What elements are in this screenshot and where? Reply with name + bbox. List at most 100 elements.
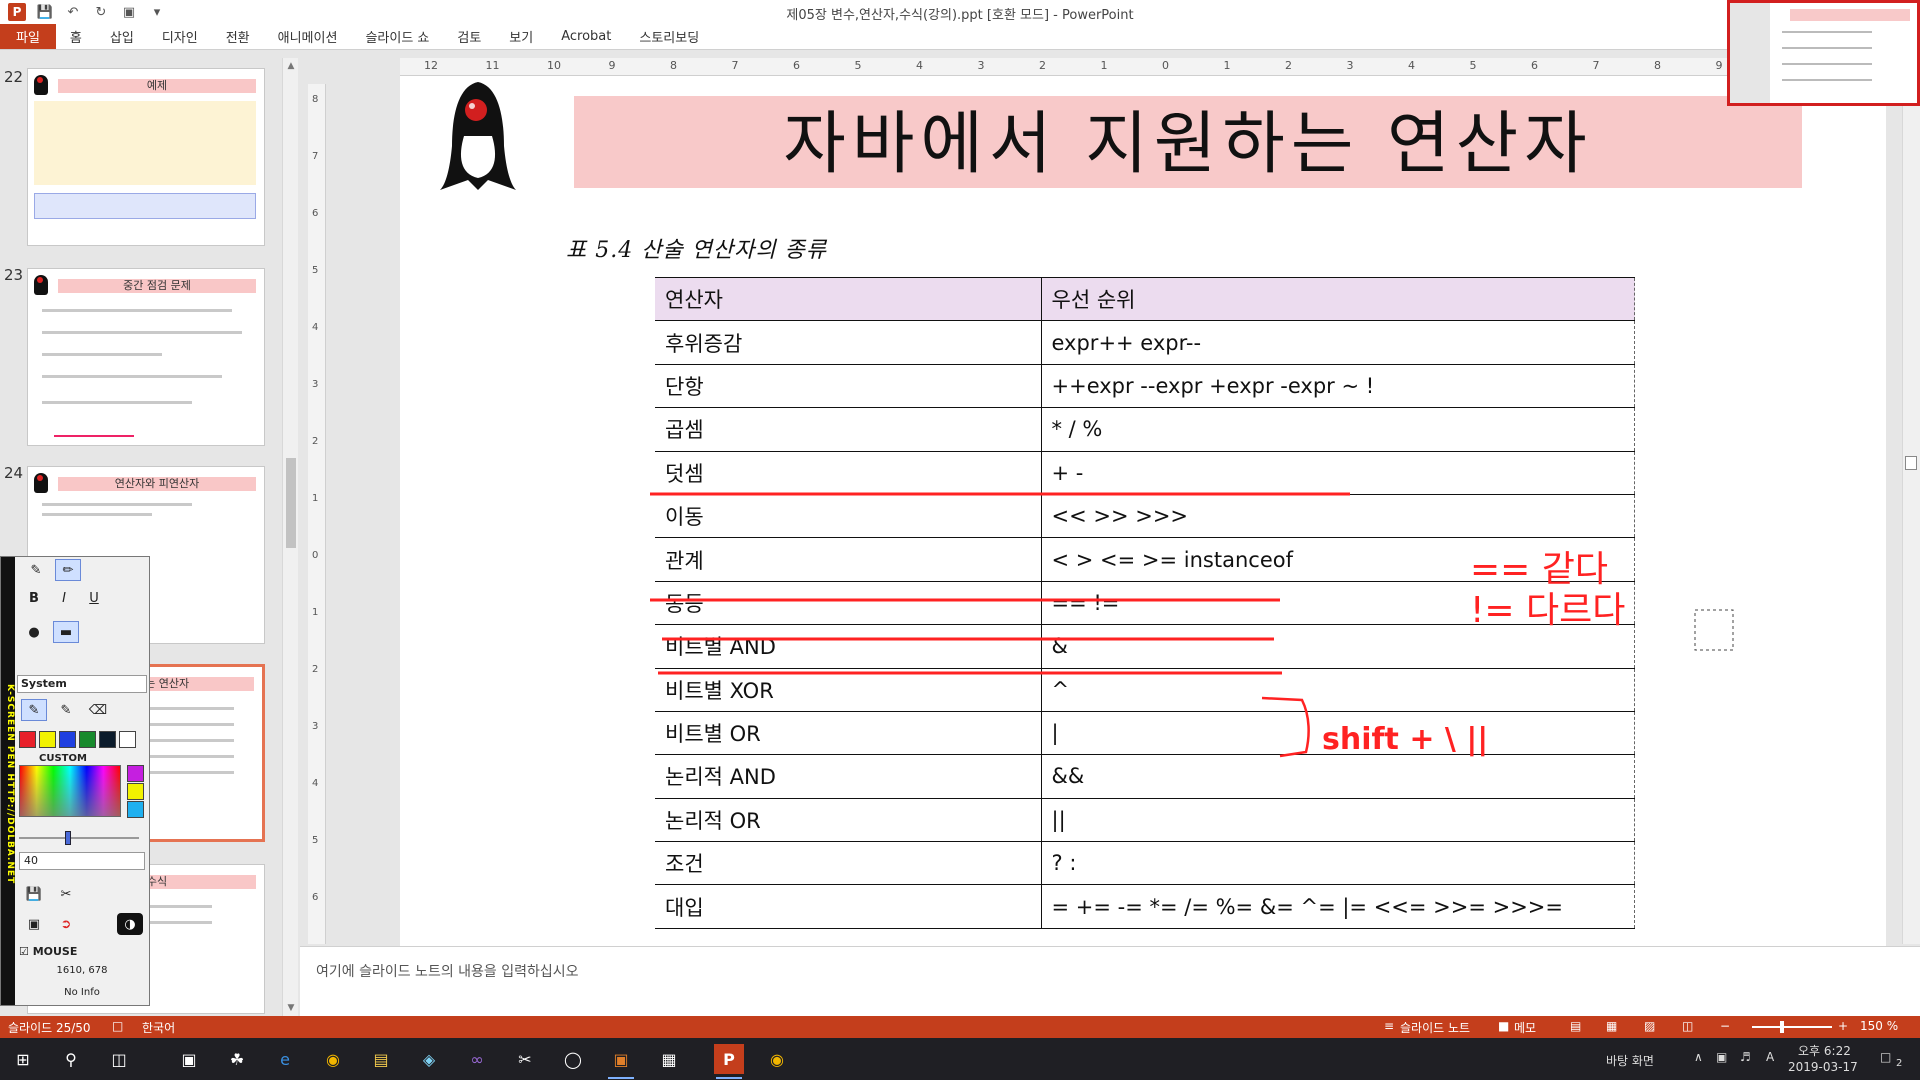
tab-view[interactable]: 보기 [495,24,547,49]
desktop-toolbar-label[interactable]: 바탕 화면 [1606,1052,1654,1069]
volume-icon[interactable]: ♬ [1740,1050,1751,1064]
zoom-in-button[interactable]: + [1838,1019,1848,1033]
thumbnail-slide-23[interactable]: 중간 점검 문제 [27,268,265,446]
side-swatch-yellow[interactable] [127,783,144,800]
app-icon[interactable]: ▣ [606,1044,636,1079]
pencil-icon[interactable]: ✎ [23,559,49,581]
side-swatch-cyan[interactable] [127,801,144,818]
tab-insert[interactable]: 삽입 [96,24,148,49]
start-from-beginning-icon[interactable]: ▣ [120,3,138,21]
tab-slideshow[interactable]: 슬라이드 쇼 [351,24,443,49]
thumbnail-slide-22[interactable]: 예제 [27,68,265,246]
italic-button[interactable]: I [51,587,77,609]
paint-icon[interactable]: ☘ [222,1044,252,1074]
toggle-icon[interactable]: ◑ [117,913,143,935]
visual-studio-icon[interactable]: ∞ [462,1044,492,1074]
normal-view-icon[interactable]: ▤ [1570,1019,1581,1033]
save-icon[interactable]: 💾 [21,883,47,905]
scroll-thumb[interactable] [1905,456,1917,470]
color-swatch-green[interactable] [79,731,96,748]
clear-icon[interactable]: ✂ [53,883,79,905]
powerpoint-taskbar-icon[interactable]: P [714,1044,744,1079]
network-icon[interactable]: ▣ [1716,1050,1727,1064]
customize-qat-icon[interactable]: ▾ [148,3,166,21]
scroll-up-icon[interactable]: ▲ [283,58,299,74]
zoom-slider[interactable] [1752,1026,1832,1028]
highlighter-icon[interactable]: ✎ [53,699,79,721]
notes-placeholder[interactable]: 여기에 슬라이드 노트의 내용을 입력하십시오 [316,961,579,981]
notification-icon[interactable]: □ [1880,1050,1891,1064]
edge-icon[interactable]: e [270,1044,300,1074]
comments-icon[interactable]: ■ [1498,1019,1509,1033]
show-hidden-icons[interactable]: ∧ [1694,1050,1703,1064]
exit-icon[interactable]: ➲ [53,913,79,935]
spellcheck-icon[interactable]: □ [112,1019,123,1033]
comments-label[interactable]: 메모 [1514,1019,1536,1036]
color-swatch-red[interactable] [19,731,36,748]
clock-time[interactable]: 오후 6:22 [1798,1042,1851,1059]
slide-sorter-icon[interactable]: ▦ [1606,1019,1617,1033]
file-explorer-icon[interactable]: ▤ [366,1044,396,1074]
korean-flag-icon[interactable]: ● [21,621,47,643]
color-swatch-yellow[interactable] [39,731,56,748]
calculator-icon[interactable]: ▦ [654,1044,684,1074]
bold-button[interactable]: B [21,587,47,609]
chrome-icon[interactable]: ◉ [762,1044,792,1074]
color-swatch-white[interactable] [119,731,136,748]
notes-toggle-icon[interactable]: ≡ [1384,1019,1394,1033]
slideshow-preview-window[interactable] [1727,0,1920,106]
mouse-checkbox[interactable]: ☑ MOUSE [19,945,77,958]
save-icon[interactable]: 💾 [36,3,54,21]
clock-date[interactable]: 2019-03-17 [1788,1060,1858,1074]
zoom-out-button[interactable]: − [1720,1019,1730,1033]
underline-button[interactable]: U [81,587,107,609]
slide-canvas[interactable]: 자바에서 지원하는 연산자 표 5.4 산술 연산자의 종류 연산자 우선 순위… [400,76,1886,946]
zoom-slider-knob[interactable] [1780,1021,1784,1033]
color-swatch-blue[interactable] [59,731,76,748]
slideshow-icon[interactable]: ◫ [1682,1019,1693,1033]
snipping-tool-icon[interactable]: ✂ [510,1044,540,1074]
us-flag-icon[interactable]: ▬ [53,621,79,643]
tab-acrobat[interactable]: Acrobat [547,24,625,49]
redo-icon[interactable]: ↻ [92,3,110,21]
chrome-icon[interactable]: ◉ [318,1044,348,1074]
pen-size-slider-knob[interactable] [65,831,71,845]
windows-start-icon[interactable]: ⊞ [8,1044,38,1074]
notes-pane[interactable]: 여기에 슬라이드 노트의 내용을 입력하십시오 [300,946,1920,1016]
font-select[interactable]: System [17,675,147,693]
pen-icon[interactable]: ✎ [21,699,47,721]
language-indicator[interactable]: 한국어 [142,1019,175,1036]
undo-icon[interactable]: ↶ [64,3,82,21]
tab-transitions[interactable]: 전환 [212,24,264,49]
capture-icon[interactable]: ▣ [21,913,47,935]
zoom-level[interactable]: 150 % [1860,1019,1898,1033]
color-spectrum-picker[interactable] [19,765,121,817]
pen-tool-icon[interactable]: ✏ [55,559,81,581]
notes-toggle-label[interactable]: 슬라이드 노트 [1400,1019,1470,1036]
scroll-thumb[interactable] [286,458,296,548]
ruler-tick-label: 2 [312,664,319,675]
color-swatch-black[interactable] [99,731,116,748]
app-icon[interactable]: ◈ [414,1044,444,1074]
tab-storyboarding[interactable]: 스토리보딩 [625,24,713,49]
search-icon[interactable]: ⚲ [56,1044,86,1074]
scroll-down-icon[interactable]: ▼ [283,1000,299,1016]
app-icon[interactable]: ▣ [174,1044,204,1074]
eraser-icon[interactable]: ⌫ [85,699,111,721]
pen-size-slider[interactable] [19,837,139,839]
side-swatch-magenta[interactable] [127,765,144,782]
obs-icon[interactable]: ◯ [558,1044,588,1074]
tab-home[interactable]: 홈 [56,24,96,49]
slide-scrollbar[interactable] [1902,58,1920,944]
tab-file[interactable]: 파일 [0,24,56,49]
tab-review[interactable]: 검토 [443,24,495,49]
tab-design[interactable]: 디자인 [148,24,212,49]
table-caption[interactable]: 표 5.4 산술 연산자의 종류 [566,232,827,264]
ime-indicator[interactable]: A [1766,1050,1774,1064]
tab-animations[interactable]: 애니메이션 [264,24,352,49]
pen-size-input[interactable]: 40 [19,852,145,870]
task-view-icon[interactable]: ◫ [104,1044,134,1074]
slide-title[interactable]: 자바에서 지원하는 연산자 [574,88,1802,187]
thumbnail-scrollbar[interactable]: ▲ ▼ [282,58,298,1016]
reading-view-icon[interactable]: ▨ [1644,1019,1655,1033]
